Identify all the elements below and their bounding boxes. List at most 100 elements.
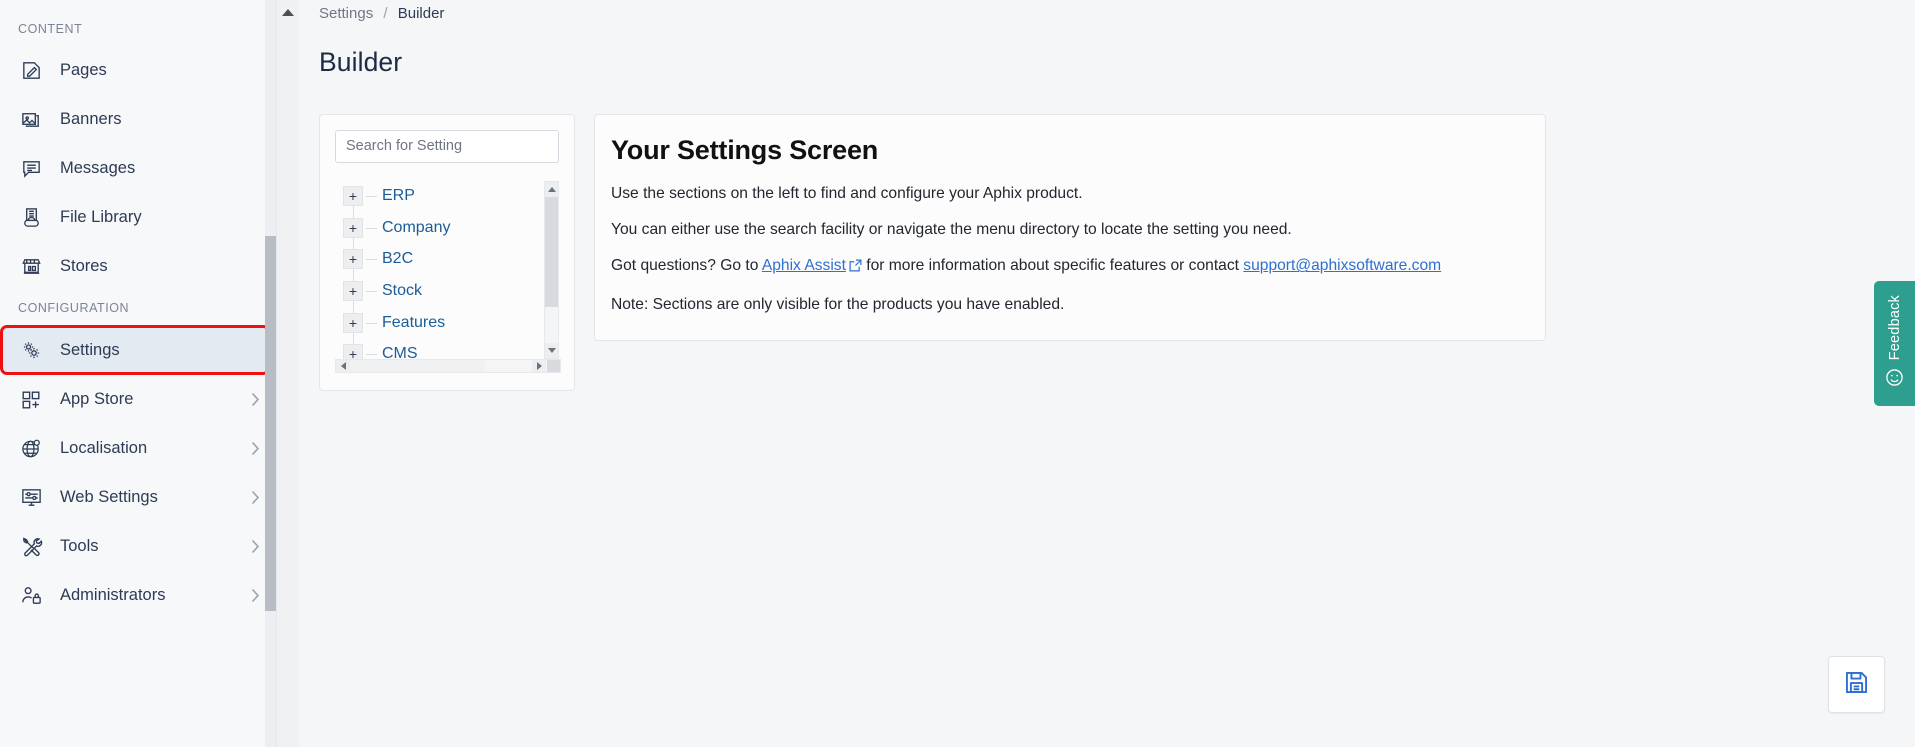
app-root: CONTENT Pages Banners Messages File Libr… <box>0 0 1915 747</box>
globe-icon <box>18 436 44 462</box>
administrators-icon <box>18 583 44 609</box>
sidebar-section-label-content: CONTENT <box>18 22 83 36</box>
tree-scroll-area: + ERP + Company + B2C + Stock + Features… <box>335 180 561 373</box>
content-row: + ERP + Company <box>299 96 1915 391</box>
app-store-icon <box>18 387 44 413</box>
sidebar-item-tools[interactable]: Tools <box>0 522 276 571</box>
search-input[interactable] <box>335 129 559 163</box>
sidebar-item-label: Settings <box>60 340 120 359</box>
page-title: Builder <box>319 46 403 77</box>
tree-expand-toggle[interactable]: + <box>343 186 363 207</box>
tree-node-b2c: + B2C <box>341 240 546 279</box>
sidebar-item-label: Administrators <box>60 586 166 604</box>
sidebar-item-messages[interactable]: Messages <box>0 144 276 193</box>
info-paragraph-3-prefix: Got questions? Go to <box>611 257 762 275</box>
tree-connector-horizontal <box>366 354 377 356</box>
aphix-assist-link[interactable]: Aphix Assist <box>762 257 846 274</box>
messages-icon <box>18 156 44 182</box>
stores-icon <box>18 254 44 280</box>
info-paragraph-3-middle: for more information about specific feat… <box>861 257 1244 275</box>
sidebar-item-label: Banners <box>60 110 122 128</box>
sidebar-item-stores[interactable]: Stores <box>0 242 276 291</box>
sidebar-scrollbar-track[interactable] <box>265 0 276 747</box>
sidebar-item-label: Web Settings <box>60 488 158 506</box>
tree-node-label[interactable]: Stock <box>382 282 422 300</box>
file-library-icon <box>18 205 44 231</box>
chevron-right-icon <box>251 539 260 554</box>
web-settings-icon <box>18 485 44 511</box>
sidebar-item-app-store[interactable]: App Store <box>0 375 276 424</box>
info-paragraph-3: Got questions? Go to Aphix Assist for mo… <box>611 256 1521 277</box>
tree-expand-toggle[interactable]: + <box>343 217 363 238</box>
tree-scroll-left-arrow-icon[interactable] <box>336 359 350 372</box>
tree-connector-horizontal <box>366 227 377 229</box>
page-scrollbar-track[interactable] <box>277 0 299 747</box>
sidebar-item-label: App Store <box>60 390 134 408</box>
sidebar-item-banners[interactable]: Banners <box>0 95 276 144</box>
tree-expand-toggle[interactable]: + <box>343 344 363 359</box>
sidebar-item-label: File Library <box>60 208 142 226</box>
sidebar-item-web-settings[interactable]: Web Settings <box>0 473 276 522</box>
chevron-right-icon <box>251 588 260 603</box>
feedback-tab[interactable]: Feedback <box>1874 281 1915 406</box>
breadcrumb: Settings / Builder <box>299 0 1915 22</box>
chevron-right-icon <box>251 392 260 407</box>
main-content: Settings / Builder Builder Search for Se… <box>277 0 1915 747</box>
sidebar-item-label: Pages <box>60 61 107 79</box>
save-button[interactable] <box>1828 656 1885 713</box>
settings-tree-panel: + ERP + Company <box>319 113 575 391</box>
chevron-right-icon <box>251 490 260 505</box>
tree-node-features: + Features <box>341 303 546 342</box>
breadcrumb-parent[interactable]: Settings <box>319 5 373 22</box>
tree-node-erp: + ERP <box>341 181 546 216</box>
scrollbar-corner <box>547 359 560 372</box>
tree-node-label[interactable]: Features <box>382 314 445 332</box>
sidebar-item-administrators[interactable]: Administrators <box>0 571 276 620</box>
tree-connector-horizontal <box>366 259 377 261</box>
tree-connector-horizontal <box>366 291 377 293</box>
tree-vertical-scrollbar-track[interactable] <box>544 180 559 359</box>
feedback-label: Feedback <box>1886 294 1903 361</box>
tree-horizontal-scrollbar-track[interactable] <box>335 358 561 373</box>
sidebar-section-label-configuration: CONFIGURATION <box>18 301 130 315</box>
tree-node-label[interactable]: B2C <box>382 250 413 268</box>
banners-icon <box>18 107 44 133</box>
tree-node-label[interactable]: ERP <box>382 187 415 205</box>
tree-scroll-up-arrow-icon[interactable] <box>545 181 558 197</box>
sidebar-item-label: Tools <box>60 537 99 555</box>
sidebar-item-file-library[interactable]: File Library <box>0 193 276 242</box>
scroll-up-arrow-icon[interactable] <box>277 0 299 24</box>
sidebar-item-label: Stores <box>60 257 108 275</box>
tree-expand-toggle[interactable]: + <box>343 281 363 302</box>
gear-icon <box>18 337 44 363</box>
tree-horizontal-scrollbar-thumb[interactable] <box>350 359 485 372</box>
sidebar-item-pages[interactable]: Pages <box>0 46 276 95</box>
info-card-title: Your Settings Screen <box>611 134 879 165</box>
tree-scroll-right-arrow-icon[interactable] <box>532 359 546 372</box>
tree-connector-horizontal <box>366 322 377 324</box>
tree-scroll-down-arrow-icon[interactable] <box>545 342 558 358</box>
tree-node-cms: + CMS <box>341 335 546 359</box>
tree-node-stock: + Stock <box>341 272 546 310</box>
info-paragraph-2: You can either use the search facility o… <box>611 220 1292 238</box>
tree-node-label[interactable]: CMS <box>382 345 418 358</box>
tree-expand-toggle[interactable]: + <box>343 249 363 270</box>
external-link-icon <box>849 258 862 277</box>
sidebar-item-label: Localisation <box>60 439 148 457</box>
sidebar-scrollbar-thumb[interactable] <box>265 236 276 611</box>
tree-viewport: + ERP + Company + B2C + Stock + Features… <box>335 181 546 359</box>
sidebar: CONTENT Pages Banners Messages File Libr… <box>0 0 277 747</box>
chevron-right-icon <box>251 441 260 456</box>
info-paragraph-4: Note: Sections are only visible for the … <box>611 295 1065 313</box>
settings-info-card: Your Settings Screen Use the sections on… <box>594 113 1546 342</box>
tree-node-label[interactable]: Company <box>382 219 450 237</box>
sidebar-item-localisation[interactable]: Localisation <box>0 424 276 473</box>
breadcrumb-current: Builder <box>397 5 445 22</box>
breadcrumb-separator: / <box>383 5 388 22</box>
save-floppy-icon <box>1843 669 1870 701</box>
tree-list: + ERP + Company + B2C + Stock + Features… <box>335 181 546 359</box>
sidebar-item-settings[interactable]: Settings <box>0 325 270 375</box>
support-email-link[interactable]: support@aphixsoftware.com <box>1243 257 1441 274</box>
tree-vertical-scrollbar-thumb[interactable] <box>545 196 558 307</box>
tree-expand-toggle[interactable]: + <box>343 312 363 333</box>
